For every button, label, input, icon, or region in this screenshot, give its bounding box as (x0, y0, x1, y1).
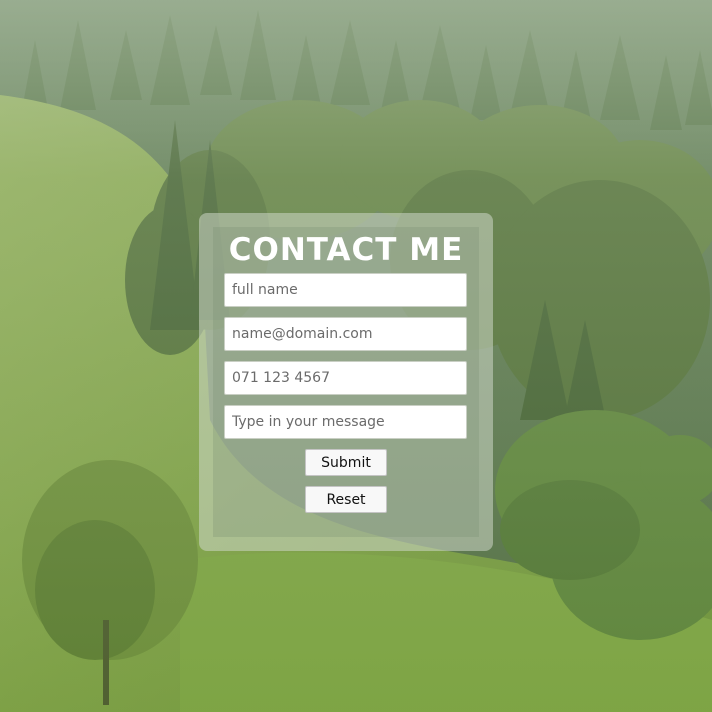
email-input[interactable] (224, 317, 467, 351)
contact-form: CONTACT ME Submit Reset (213, 227, 479, 537)
contact-card: CONTACT ME Submit Reset (199, 213, 493, 551)
message-input[interactable] (224, 405, 467, 439)
phone-input[interactable] (224, 361, 467, 395)
reset-button[interactable]: Reset (305, 486, 387, 513)
page-title: CONTACT ME (228, 232, 464, 268)
submit-button[interactable]: Submit (305, 449, 387, 476)
full-name-input[interactable] (224, 273, 467, 307)
